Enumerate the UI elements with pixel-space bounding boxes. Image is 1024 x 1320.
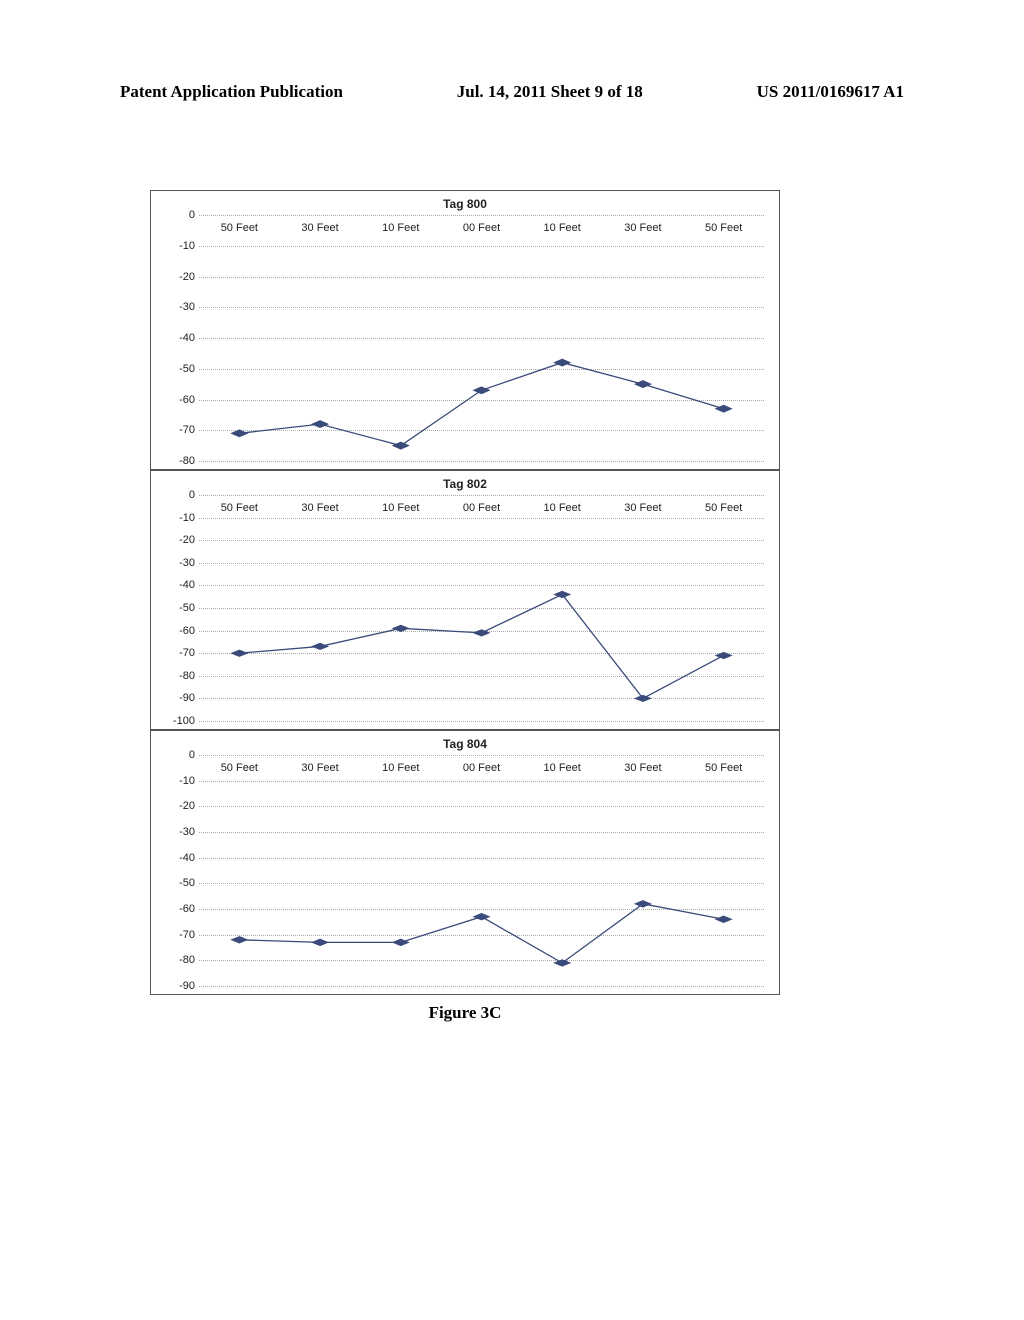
data-point (234, 938, 244, 942)
plot-area: 0-10-20-30-40-50-60-70-80-90-10050 Feet3… (199, 495, 764, 721)
y-tick-label: 0 (161, 749, 195, 761)
data-point (476, 631, 486, 635)
y-tick-label: -100 (161, 715, 195, 727)
data-series (199, 495, 764, 721)
data-point (719, 653, 729, 657)
y-tick-label: 0 (161, 489, 195, 501)
data-point (315, 422, 325, 426)
data-point (557, 961, 567, 965)
y-tick-label: -30 (161, 826, 195, 838)
data-point (557, 360, 567, 364)
data-point (476, 915, 486, 919)
y-tick-label: -30 (161, 557, 195, 569)
data-point (396, 940, 406, 944)
chart-title: Tag 802 (151, 471, 779, 493)
y-tick-label: 0 (161, 209, 195, 221)
figure-3c: Tag 800 0-10-20-30-40-50-60-70-8050 Feet… (150, 190, 780, 1023)
y-tick-label: -70 (161, 929, 195, 941)
y-tick-label: -20 (161, 534, 195, 546)
y-tick-label: -50 (161, 363, 195, 375)
y-tick-label: -80 (161, 455, 195, 467)
y-tick-label: -10 (161, 512, 195, 524)
y-tick-label: -80 (161, 670, 195, 682)
data-point (315, 940, 325, 944)
y-tick-label: -30 (161, 301, 195, 313)
y-tick-label: -40 (161, 332, 195, 344)
data-point (315, 644, 325, 648)
y-tick-label: -60 (161, 625, 195, 637)
data-point (638, 696, 648, 700)
y-tick-label: -20 (161, 800, 195, 812)
y-tick-label: -70 (161, 647, 195, 659)
header-right: US 2011/0169617 A1 (757, 82, 904, 102)
chart-tag-804: Tag 804 0-10-20-30-40-50-60-70-80-9050 F… (150, 730, 780, 995)
y-tick-label: -10 (161, 775, 195, 787)
gridline (199, 721, 764, 722)
data-point (638, 902, 648, 906)
y-tick-label: -90 (161, 980, 195, 992)
gridline (199, 986, 764, 987)
data-point (396, 443, 406, 447)
data-point (234, 651, 244, 655)
y-tick-label: -40 (161, 852, 195, 864)
data-point (719, 407, 729, 411)
chart-title: Tag 800 (151, 191, 779, 213)
data-point (234, 431, 244, 435)
y-tick-label: -20 (161, 271, 195, 283)
y-tick-label: -60 (161, 903, 195, 915)
data-series (199, 755, 764, 986)
data-series (199, 215, 764, 461)
data-point (719, 917, 729, 921)
y-tick-label: -50 (161, 877, 195, 889)
y-tick-label: -60 (161, 394, 195, 406)
y-tick-label: -90 (161, 692, 195, 704)
data-point (557, 592, 567, 596)
plot-area: 0-10-20-30-40-50-60-70-8050 Feet30 Feet1… (199, 215, 764, 461)
y-tick-label: -80 (161, 954, 195, 966)
chart-tag-800: Tag 800 0-10-20-30-40-50-60-70-8050 Feet… (150, 190, 780, 470)
data-point (396, 626, 406, 630)
y-tick-label: -50 (161, 602, 195, 614)
page-header: Patent Application Publication Jul. 14, … (0, 82, 1024, 102)
y-tick-label: -40 (161, 579, 195, 591)
data-point (638, 382, 648, 386)
y-tick-label: -10 (161, 240, 195, 252)
figure-caption: Figure 3C (150, 1003, 780, 1023)
data-point (476, 388, 486, 392)
header-center: Jul. 14, 2011 Sheet 9 of 18 (457, 82, 643, 102)
header-left: Patent Application Publication (120, 82, 343, 102)
y-tick-label: -70 (161, 424, 195, 436)
chart-title: Tag 804 (151, 731, 779, 753)
gridline (199, 461, 764, 462)
plot-area: 0-10-20-30-40-50-60-70-80-9050 Feet30 Fe… (199, 755, 764, 986)
chart-tag-802: Tag 802 0-10-20-30-40-50-60-70-80-90-100… (150, 470, 780, 730)
